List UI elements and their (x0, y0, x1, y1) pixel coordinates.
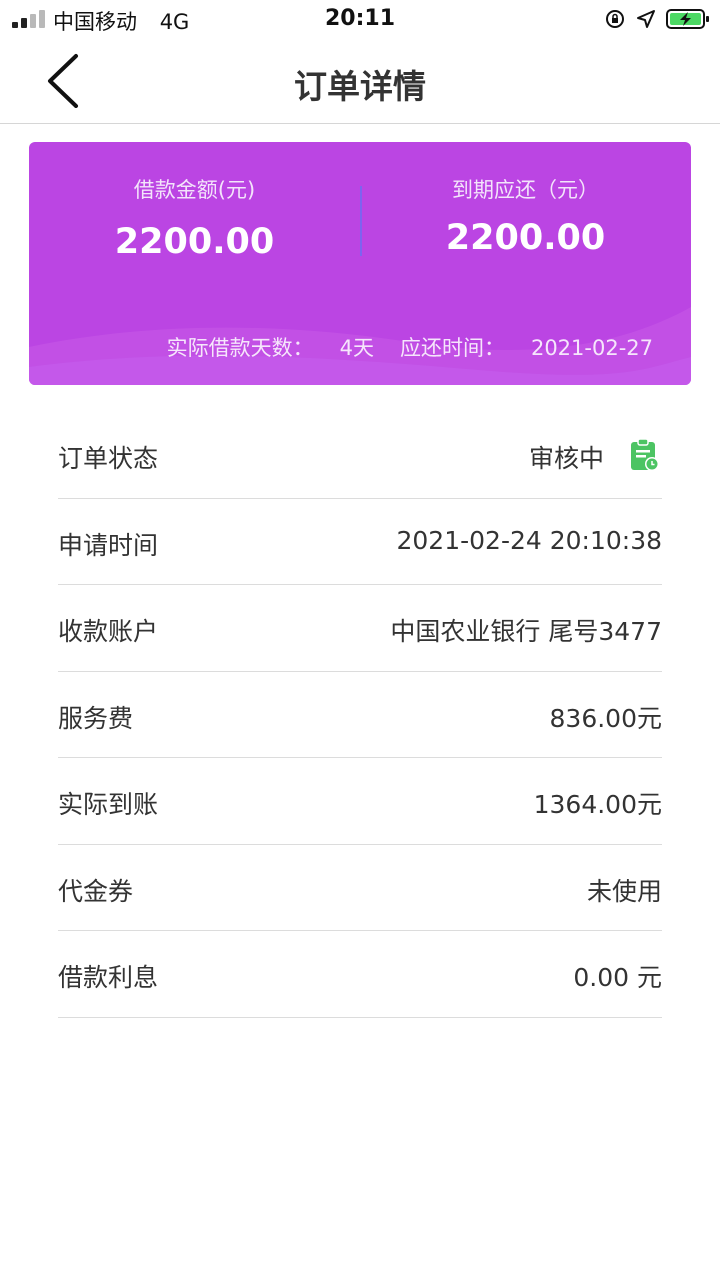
service-fee-row: 服务费 836.00元 (58, 672, 662, 758)
receiving-account-value: 中国农业银行 尾号3477 (390, 617, 662, 646)
order-status-value: 审核中 (528, 444, 604, 473)
order-detail-list: 订单状态 审核中 申请时间 2021-02-24 20:10:38 收款账户 中… (58, 412, 662, 1018)
loan-amount-value: 2200.00 (114, 222, 275, 262)
card-footer-info: 实际借款天数： 4天 应还时间： 2021-02-27 (167, 332, 653, 362)
loan-interest-value: 0.00 元 (573, 963, 662, 992)
loan-amount-label: 借款金额(元) (133, 178, 256, 202)
due-date-value: 2021-02-27 (530, 336, 653, 360)
clipboard-clock-icon (631, 438, 659, 471)
apply-time-row: 申请时间 2021-02-24 20:10:38 (58, 499, 662, 585)
location-arrow-icon (637, 10, 655, 28)
battery-charging-icon (666, 9, 709, 29)
service-fee-label: 服务费 (58, 703, 134, 733)
due-amount-block: 到期应还（元） 2200.00 (360, 174, 691, 258)
apply-time-value: 2021-02-24 20:10:38 (396, 525, 662, 555)
voucher-value: 未使用 (586, 876, 662, 906)
navigation-bar: 订单详情 (0, 40, 720, 124)
order-status-label: 订单状态 (58, 444, 159, 473)
due-date-info: 应还时间： 2021-02-27 (400, 336, 653, 360)
actual-days-label: 实际借款天数： (166, 336, 314, 360)
actual-days-info: 实际借款天数： 4天 (167, 336, 374, 360)
status-bar: 中国移动 4G 20:11 (0, 0, 720, 40)
voucher-label: 代金券 (58, 876, 134, 906)
order-status-row: 订单状态 审核中 (58, 412, 662, 499)
actual-received-value: 1364.00元 (533, 790, 662, 819)
actual-received-label: 实际到账 (58, 790, 159, 819)
service-fee-value: 836.00元 (549, 703, 662, 733)
loan-interest-row: 借款利息 0.00 元 (58, 931, 662, 1018)
loan-amount-block: 借款金额(元) 2200.00 (29, 174, 360, 262)
due-amount-label: 到期应还（元） (452, 178, 599, 202)
page-title: 订单详情 (294, 67, 426, 106)
loan-interest-label: 借款利息 (58, 963, 159, 992)
due-date-label: 应还时间： (399, 336, 505, 360)
due-amount-value: 2200.00 (445, 218, 606, 258)
apply-time-label: 申请时间 (58, 530, 159, 560)
receiving-account-row: 收款账户 中国农业银行 尾号3477 (58, 585, 662, 672)
loan-summary-card: 借款金额(元) 2200.00 到期应还（元） 2200.00 实际借款天数： 4… (29, 142, 691, 385)
actual-days-value: 4天 (339, 336, 374, 360)
actual-received-row: 实际到账 1364.00元 (58, 758, 662, 845)
voucher-row: 代金券 未使用 (58, 845, 662, 931)
rotation-lock-icon (606, 10, 624, 28)
receiving-account-label: 收款账户 (58, 617, 159, 646)
